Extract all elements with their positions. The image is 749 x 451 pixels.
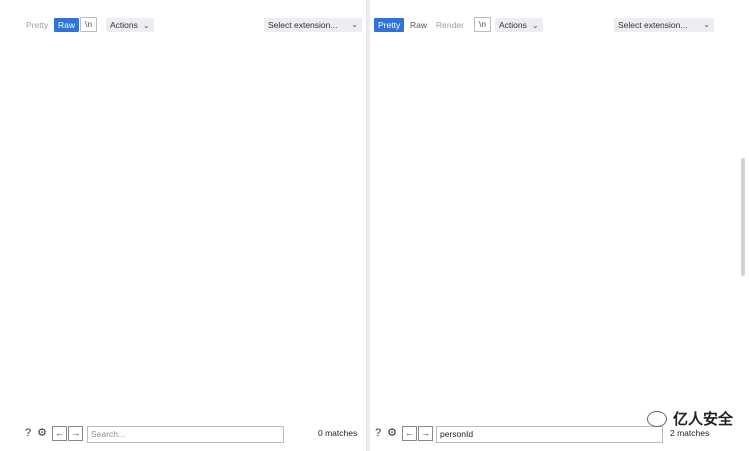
tab-newline[interactable]: \n (80, 17, 98, 32)
arrow-left-icon[interactable]: ← (402, 426, 417, 441)
extension-dropdown[interactable]: Select extension... ⌄ (264, 18, 362, 32)
settings-icon[interactable]: ⚙ (386, 427, 398, 439)
actions-dropdown[interactable]: Actions ⌄ (495, 18, 543, 32)
actions-dropdown[interactable]: Actions ⌄ (106, 18, 154, 32)
tab-raw[interactable]: Raw (406, 18, 431, 32)
tab-newline[interactable]: \n (474, 17, 492, 32)
tab-render[interactable]: Render (432, 18, 468, 32)
tab-raw[interactable]: Raw (54, 18, 80, 32)
match-count: 0 matches (318, 428, 358, 438)
actions-label: Actions (110, 20, 138, 30)
arrow-right-icon[interactable]: → (418, 426, 433, 441)
settings-icon[interactable]: ⚙ (36, 427, 48, 439)
chevron-down-icon: ⌄ (703, 20, 710, 29)
tab-pretty[interactable]: Pretty (374, 18, 405, 32)
match-count: 2 matches (670, 428, 710, 438)
watermark: 亿人安全 (672, 411, 733, 428)
request-toolbar: Pretty Raw \n Actions ⌄ Select extension.… (0, 14, 366, 34)
response-pane: Pretty Raw Render \n Actions ⌄ Select ext… (370, 0, 749, 451)
request-pane: Pretty Raw \n Actions ⌄ Select extension.… (0, 0, 368, 451)
help-icon[interactable]: ? (372, 427, 384, 439)
arrow-left-icon[interactable]: ← (52, 426, 67, 441)
search-input[interactable] (87, 426, 284, 443)
extension-dropdown[interactable]: Select extension... ⌄ (614, 18, 714, 32)
tab-pretty[interactable]: Pretty (22, 18, 52, 32)
chevron-down-icon: ⌄ (531, 21, 539, 30)
response-toolbar: Pretty Raw Render \n Actions ⌄ Select ext… (370, 14, 749, 34)
chevron-down-icon: ⌄ (142, 21, 150, 30)
wechat-icon (647, 411, 667, 427)
extension-label: Select extension... (618, 20, 688, 30)
arrow-right-icon[interactable]: → (68, 426, 83, 441)
help-icon[interactable]: ? (22, 427, 34, 439)
scrollbar[interactable] (741, 158, 745, 276)
extension-label: Select extension... (268, 20, 338, 30)
search-input[interactable] (436, 426, 663, 443)
request-footer: ? ⚙ ← → 0 matches (0, 426, 366, 443)
actions-label: Actions (499, 20, 527, 30)
chevron-down-icon: ⌄ (351, 20, 358, 29)
